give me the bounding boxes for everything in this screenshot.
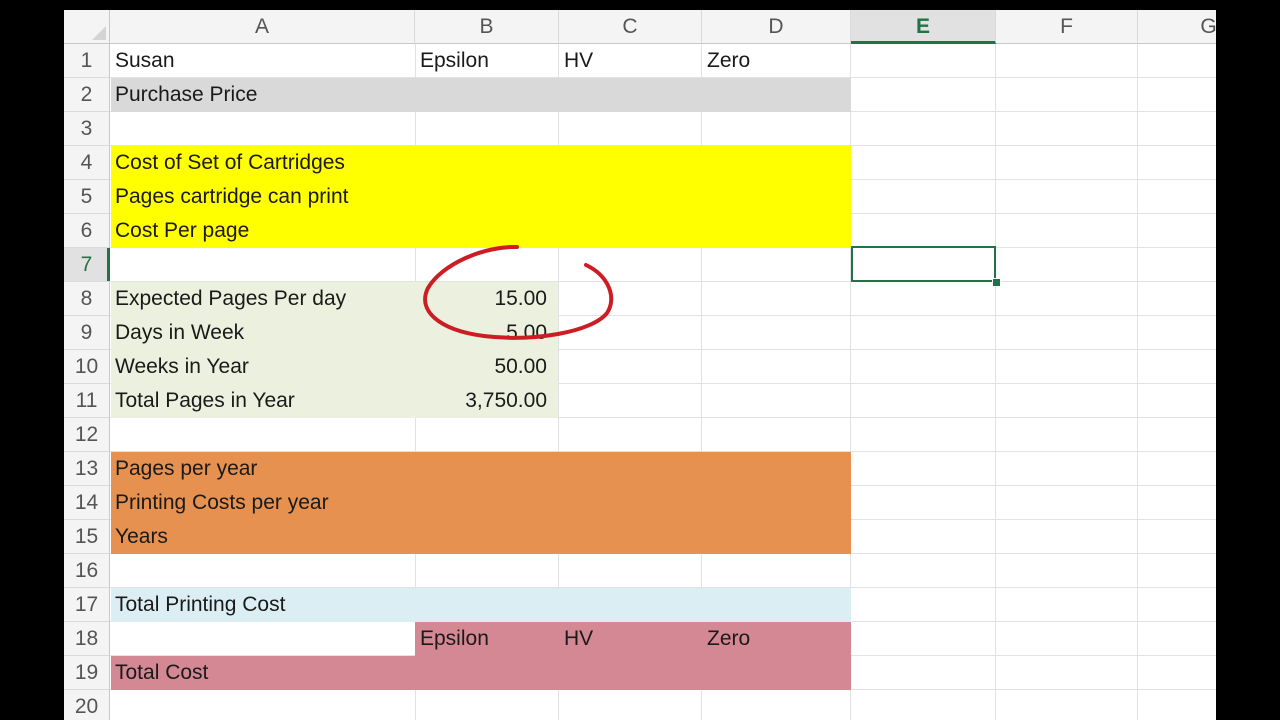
row-header-15[interactable]: 15 [64,520,110,554]
cell-b9[interactable]: 5.00 [415,316,559,350]
cell-d1[interactable]: Zero [702,44,851,78]
spreadsheet-grid[interactable]: A B C D E F G 1 2 3 4 5 6 7 8 9 10 11 12… [64,10,1216,720]
cell-a2[interactable]: Purchase Price [110,78,415,112]
column-header-c[interactable]: C [559,10,702,44]
row-header-16[interactable]: 16 [64,554,110,588]
cell-a6[interactable]: Cost Per page [110,214,415,248]
cell-a11[interactable]: Total Pages in Year [110,384,415,418]
active-cell-e7[interactable] [851,246,996,282]
row-header-14[interactable]: 14 [64,486,110,520]
column-header-d[interactable]: D [702,10,851,44]
cell-d18[interactable]: Zero [702,622,851,656]
cell-a5[interactable]: Pages cartridge can print [110,180,550,214]
cell-c1[interactable]: HV [559,44,702,78]
select-all-corner[interactable] [64,10,110,44]
cell-a9[interactable]: Days in Week [110,316,415,350]
row-header-5[interactable]: 5 [64,180,110,214]
cell-a19[interactable]: Total Cost [110,656,415,690]
column-header-e[interactable]: E [851,10,996,44]
row-header-11[interactable]: 11 [64,384,110,418]
fill-handle[interactable] [992,278,1001,287]
row-header-12[interactable]: 12 [64,418,110,452]
row-header-17[interactable]: 17 [64,588,110,622]
cell-a15[interactable]: Years [110,520,415,554]
cell-b10[interactable]: 50.00 [415,350,559,384]
row-header-19[interactable]: 19 [64,656,110,690]
row-header-1[interactable]: 1 [64,44,110,78]
column-header-g[interactable]: G [1138,10,1216,44]
column-header-b[interactable]: B [415,10,559,44]
cell-b8[interactable]: 15.00 [415,282,559,316]
row-header-2[interactable]: 2 [64,78,110,112]
cell-a14[interactable]: Printing Costs per year [110,486,550,520]
row-header-10[interactable]: 10 [64,350,110,384]
cell-a10[interactable]: Weeks in Year [110,350,415,384]
cell-a4[interactable]: Cost of Set of Cartridges [110,146,550,180]
row-header-7[interactable]: 7 [64,248,110,282]
column-header-a[interactable]: A [110,10,415,44]
cell-a1[interactable]: Susan [110,44,415,78]
cell-a8[interactable]: Expected Pages Per day [110,282,415,316]
row-header-8[interactable]: 8 [64,282,110,316]
cell-a17[interactable]: Total Printing Cost [110,588,415,622]
cell-c18[interactable]: HV [559,622,702,656]
column-header-f[interactable]: F [996,10,1138,44]
cell-b11[interactable]: 3,750.00 [415,384,559,418]
row-header-4[interactable]: 4 [64,146,110,180]
cell-a13[interactable]: Pages per year [110,452,415,486]
row-header-13[interactable]: 13 [64,452,110,486]
row-header-20[interactable]: 20 [64,690,110,720]
row-header-6[interactable]: 6 [64,214,110,248]
cell-b18[interactable]: Epsilon [415,622,559,656]
row-header-18[interactable]: 18 [64,622,110,656]
row-header-9[interactable]: 9 [64,316,110,350]
row-header-3[interactable]: 3 [64,112,110,146]
cell-b1[interactable]: Epsilon [415,44,559,78]
